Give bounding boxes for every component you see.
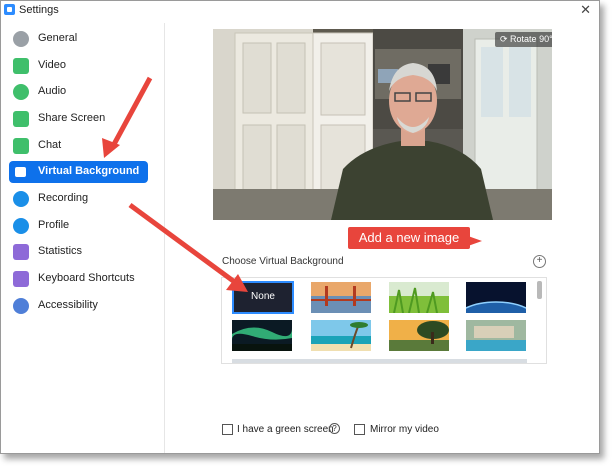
sidebar-item-general[interactable]: General: [9, 28, 148, 50]
green-screen-label: I have a green screen: [237, 424, 334, 435]
gallery-scroll-thumb[interactable]: [537, 281, 542, 299]
share-screen-icon: [13, 111, 29, 127]
profile-icon: [13, 218, 29, 234]
mirror-video-checkbox[interactable]: [354, 424, 365, 435]
window-title: Settings: [19, 4, 59, 16]
chat-bubble-icon: [13, 138, 29, 154]
aurora-image: [232, 320, 292, 351]
gallery-scrollbar[interactable]: [537, 279, 543, 359]
close-icon[interactable]: ✕: [580, 2, 591, 18]
rotate-label: Rotate 90°: [510, 34, 552, 44]
golden-gate-bridge-thumbnail[interactable]: [311, 282, 371, 313]
title-bar: Settings ✕: [1, 1, 599, 19]
sidebar-item-statistics[interactable]: Statistics: [9, 241, 148, 263]
resort-pool-thumbnail[interactable]: [466, 320, 526, 351]
sidebar-item-label: Audio: [38, 85, 67, 97]
sidebar-item-recording[interactable]: Recording: [9, 188, 148, 210]
bar-chart-icon: [13, 244, 29, 260]
sidebar-item-label: Share Screen: [38, 112, 106, 124]
rotate-button[interactable]: ⟳ Rotate 90°: [495, 32, 552, 47]
settings-window: Settings ✕ General Video Audio Share Scr…: [0, 0, 600, 454]
sidebar-item-chat[interactable]: Chat: [9, 135, 148, 157]
add-image-callout: Add a new image: [348, 227, 482, 249]
grass-thumbnail[interactable]: [389, 282, 449, 313]
add-image-button[interactable]: +: [533, 255, 546, 268]
sunset-tree-thumbnail[interactable]: [389, 320, 449, 351]
sidebar-item-profile[interactable]: Profile: [9, 215, 148, 237]
settings-sidebar: General Video Audio Share Screen Chat Vi…: [1, 23, 165, 453]
sidebar-item-label: Recording: [38, 192, 89, 204]
sidebar-item-label: Statistics: [38, 245, 83, 257]
record-icon: [13, 191, 29, 207]
zoom-app-icon: [4, 4, 15, 15]
aurora-thumbnail[interactable]: [232, 320, 292, 351]
sidebar-item-virtual-background[interactable]: Virtual Background: [9, 161, 148, 183]
none-thumbnail[interactable]: None: [232, 281, 294, 314]
none-label: None: [251, 291, 275, 302]
mirror-video-label: Mirror my video: [370, 424, 439, 435]
sidebar-item-label: Keyboard Shortcuts: [38, 272, 135, 284]
grass-image: [389, 282, 449, 313]
sidebar-item-label: Chat: [38, 139, 62, 151]
sidebar-item-share-screen[interactable]: Share Screen: [9, 108, 148, 130]
earth-from-space-image: [466, 282, 526, 313]
sidebar-item-audio[interactable]: Audio: [9, 81, 148, 103]
sidebar-item-label: Profile: [38, 219, 70, 231]
camera-scene-image: [213, 29, 552, 220]
sidebar-item-label: General: [38, 32, 78, 44]
accessibility-icon: [13, 298, 29, 314]
help-icon[interactable]: ?: [329, 423, 340, 434]
camera-preview: ⟳ Rotate 90°: [213, 29, 552, 220]
gear-icon: [13, 31, 29, 47]
earth-from-space-thumbnail[interactable]: [466, 282, 526, 313]
resort-pool-image: [466, 320, 526, 351]
sidebar-item-accessibility[interactable]: Accessibility: [9, 295, 148, 317]
choose-virtual-background-label: Choose Virtual Background: [222, 256, 344, 267]
video-camera-icon: [13, 58, 29, 74]
beach-palm-image: [311, 320, 371, 351]
keyboard-icon: [13, 271, 29, 287]
sunset-tree-image: [389, 320, 449, 351]
sidebar-item-label: Accessibility: [38, 299, 98, 311]
golden-gate-bridge-image: [311, 282, 371, 313]
beach-palm-thumbnail[interactable]: [311, 320, 371, 351]
sidebar-item-keyboard-shortcuts[interactable]: Keyboard Shortcuts: [9, 268, 148, 290]
headphones-icon: [13, 84, 29, 100]
sidebar-item-video[interactable]: Video: [9, 55, 148, 77]
sidebar-item-label: Video: [38, 59, 66, 71]
next-row-peek: [232, 359, 527, 363]
green-screen-checkbox[interactable]: [222, 424, 233, 435]
sidebar-item-label: Virtual Background: [38, 165, 140, 177]
person-card-icon: [15, 167, 26, 177]
background-gallery: None: [221, 277, 547, 364]
